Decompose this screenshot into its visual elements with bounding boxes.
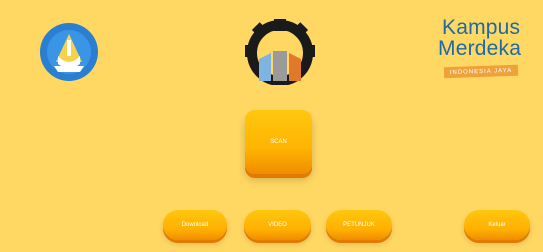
indonesia-jaya-tag: INDONESIA JAYA (443, 64, 519, 79)
download-button[interactable]: Download (163, 210, 227, 240)
video-button[interactable]: VIDEO (244, 210, 311, 240)
scan-button[interactable]: SCAN (245, 110, 312, 174)
app-screen: Kampus Merdeka INDONESIA JAYA SCAN Downl… (0, 0, 543, 252)
tut-wuri-handayani-logo (34, 22, 104, 82)
merdeka-text: Merdeka (438, 37, 522, 60)
petunjuk-button[interactable]: PETUNJUK (326, 210, 392, 240)
gear-logo (241, 15, 319, 86)
keluar-button[interactable]: Keluar (464, 210, 530, 240)
